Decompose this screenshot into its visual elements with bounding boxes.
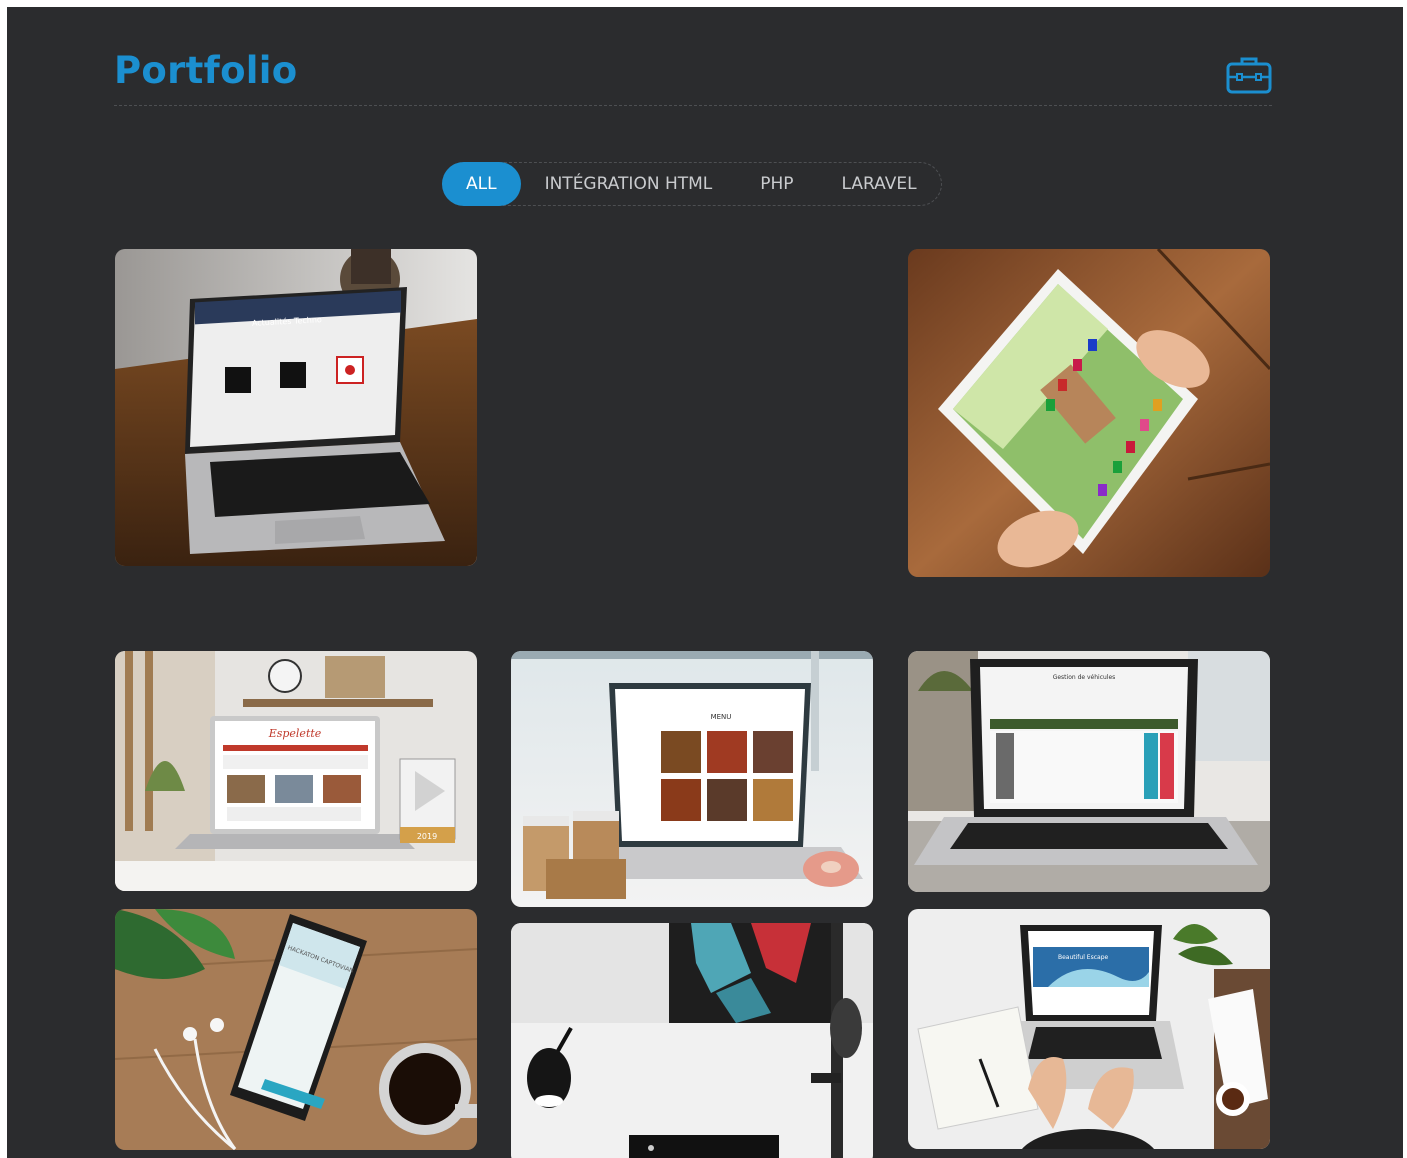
page-title: Portfolio [114,49,298,92]
calendar-year-text: 2019 [417,832,437,841]
screen-app-title: Gestion de véhicules [1053,674,1116,681]
portfolio-item-phone-hackathon[interactable]: HACKATON CAPTOVIAN [115,909,477,1150]
portfolio-item-laptop-vehicle-table[interactable]: Gestion de véhicules [908,651,1270,892]
filter-php-tab[interactable]: PHP [736,162,817,206]
filter-integration-html-tab[interactable]: INTÉGRATION HTML [521,162,737,206]
filter-all-tab[interactable]: ALL [442,162,521,206]
screen-menu-title: MENU [711,713,732,721]
portfolio-page: Portfolio ALL INTÉGRATION HTML PHP LARAV… [7,7,1403,1158]
screen-logo-text: Espelette [268,727,322,740]
portfolio-item-tablet-kids-game[interactable] [908,249,1270,577]
portfolio-item-laptop-surf-site[interactable]: Beautiful Escape [908,909,1270,1149]
screen-surf-title: Beautiful Escape [1058,954,1108,961]
portfolio-header: Portfolio [114,45,1272,106]
portfolio-item-studio-microphone[interactable] [511,923,873,1158]
portfolio-item-laptop-techno-news[interactable]: Actualités Techno [115,249,477,566]
briefcase-icon [1226,55,1272,95]
portfolio-item-laptop-food-menu[interactable]: MENU [511,651,873,907]
portfolio-filter-bar: ALL INTÉGRATION HTML PHP LARAVEL [442,162,942,206]
filter-laravel-tab[interactable]: LARAVEL [818,162,941,206]
portfolio-item-laptop-restaurant-site[interactable]: Espelette 2019 [115,651,477,891]
